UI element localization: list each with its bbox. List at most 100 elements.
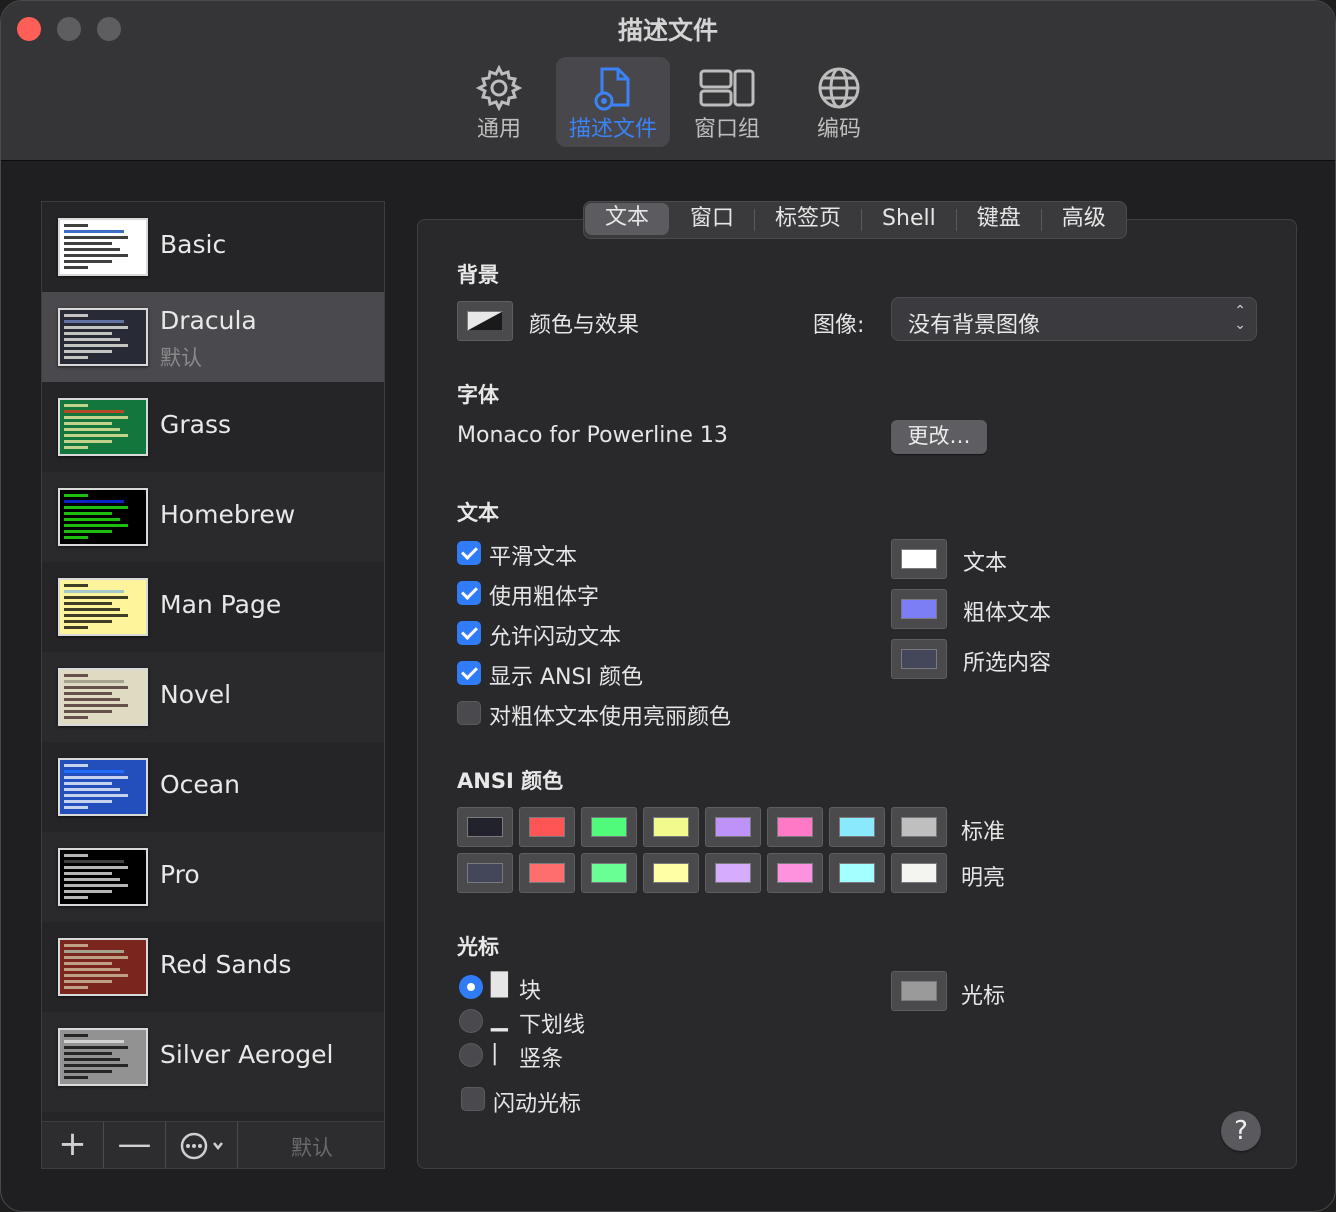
ansi-color-swatch xyxy=(901,863,937,883)
globe-icon xyxy=(818,67,860,109)
profile-thumbnail xyxy=(58,668,148,726)
ansi-bright-color-button[interactable] xyxy=(891,853,947,893)
text-option-checkbox[interactable] xyxy=(457,621,481,645)
text-option-checkbox[interactable] xyxy=(457,581,481,605)
profile-list-toolbar: + — 默认 xyxy=(41,1121,385,1169)
text-color-label: 所选内容 xyxy=(963,651,1052,676)
tab-window[interactable]: 窗口 xyxy=(670,202,754,238)
ansi-standard-color-button[interactable] xyxy=(891,807,947,847)
tab-text[interactable]: 文本 xyxy=(585,203,670,235)
cursor-color-button[interactable] xyxy=(891,971,947,1011)
remove-profile-button[interactable]: — xyxy=(104,1122,166,1168)
ansi-bright-color-button[interactable] xyxy=(519,853,575,893)
thumbnail-line xyxy=(64,962,112,965)
cursor-shape-label: 块 xyxy=(519,979,542,1004)
thumbnail-line xyxy=(64,986,88,989)
profile-item[interactable]: Silver Aerogel xyxy=(42,1012,384,1102)
ansi-bright-color-button[interactable] xyxy=(581,853,637,893)
ansi-bright-color-button[interactable] xyxy=(705,853,761,893)
thumbnail-line xyxy=(64,404,88,407)
thumbnail-line xyxy=(64,776,128,779)
ansi-bright-color-button[interactable] xyxy=(767,853,823,893)
thumbnail-line xyxy=(64,884,128,887)
cursor-shape-glyph: ▁ xyxy=(491,1007,508,1032)
background-color-button[interactable] xyxy=(457,301,513,341)
profile-item[interactable]: Basic xyxy=(42,202,384,292)
text-color-swatch xyxy=(901,549,937,569)
blink-cursor-label: 闪动光标 xyxy=(493,1092,582,1117)
change-font-button[interactable]: 更改… xyxy=(891,420,987,454)
profile-item[interactable]: Red Sands xyxy=(42,922,384,1012)
profile-name: Grass xyxy=(160,410,232,439)
ansi-bright-color-button[interactable] xyxy=(457,853,513,893)
profile-item[interactable]: Novel xyxy=(42,652,384,742)
ansi-standard-color-button[interactable] xyxy=(581,807,637,847)
cursor-shape-radio[interactable] xyxy=(459,975,483,999)
color-effects-label: 颜色与效果 xyxy=(529,313,640,338)
profile-name: Man Page xyxy=(160,590,282,619)
thumbnail-line xyxy=(64,710,112,713)
text-option-checkbox[interactable] xyxy=(457,541,481,565)
thumbnail-line xyxy=(64,440,112,443)
cursor-shape-radio[interactable] xyxy=(459,1043,483,1067)
add-profile-button[interactable]: + xyxy=(42,1122,104,1168)
tab-keyboard[interactable]: 键盘 xyxy=(957,202,1041,238)
cursor-shape-radio[interactable] xyxy=(459,1009,483,1033)
thumbnail-line xyxy=(64,410,124,413)
help-button[interactable]: ? xyxy=(1221,1111,1261,1151)
ansi-standard-color-button[interactable] xyxy=(519,807,575,847)
ansi-color-swatch xyxy=(591,817,627,837)
ansi-color-swatch xyxy=(777,817,813,837)
text-option-checkbox[interactable] xyxy=(457,661,481,685)
cursor-section-title: 光标 xyxy=(457,935,499,959)
thumbnail-line xyxy=(64,770,124,773)
ansi-standard-color-button[interactable] xyxy=(829,807,885,847)
thumbnail-line xyxy=(64,422,112,425)
cursor-shape-glyph: | xyxy=(491,1041,499,1066)
ansi-standard-color-button[interactable] xyxy=(705,807,761,847)
ansi-standard-color-button[interactable] xyxy=(457,807,513,847)
thumbnail-line xyxy=(64,314,88,317)
profile-item[interactable]: Grass xyxy=(42,382,384,472)
profile-item[interactable]: Ocean xyxy=(42,742,384,832)
tab-tabs[interactable]: 标签页 xyxy=(755,202,861,238)
text-option-checkbox[interactable] xyxy=(457,701,481,725)
thumbnail-line xyxy=(64,698,120,701)
toolbar-window-groups[interactable]: 窗口组 xyxy=(670,57,784,147)
background-swatch-icon xyxy=(467,311,503,331)
toolbar-encodings[interactable]: 编码 xyxy=(782,57,896,147)
ansi-standard-color-button[interactable] xyxy=(643,807,699,847)
toolbar-profiles[interactable]: 描述文件 xyxy=(556,57,670,147)
toolbar-encodings-label: 编码 xyxy=(816,117,861,142)
profile-item[interactable]: Pro xyxy=(42,832,384,922)
cursor-shape-label: 竖条 xyxy=(519,1047,564,1072)
tab-shell[interactable]: Shell xyxy=(862,202,956,238)
thumbnail-line xyxy=(64,608,120,611)
thumbnail-line xyxy=(64,800,112,803)
profile-item[interactable]: Man Page xyxy=(42,562,384,652)
thumbnail-line xyxy=(64,968,120,971)
ansi-standard-color-button[interactable] xyxy=(767,807,823,847)
profile-item[interactable]: Dracula 默认 xyxy=(42,292,384,382)
profile-list[interactable]: Basic Dracula 默认 Grass Homebrew Man Page Novel… xyxy=(41,201,385,1169)
profile-item[interactable]: Homebrew xyxy=(42,472,384,562)
toolbar-general[interactable]: 通用 xyxy=(442,57,556,147)
text-color-button[interactable] xyxy=(891,639,947,679)
text-color-button[interactable] xyxy=(891,589,947,629)
blink-cursor-checkbox[interactable] xyxy=(461,1087,485,1111)
ansi-bright-color-button[interactable] xyxy=(829,853,885,893)
ansi-standard-label: 标准 xyxy=(961,820,1006,845)
text-color-button[interactable] xyxy=(891,539,947,579)
profile-thumbnail xyxy=(58,848,148,906)
tab-advanced[interactable]: 高级 xyxy=(1042,202,1126,238)
title-bar: 描述文件 通用 描述文件 窗口组 编码 xyxy=(1,1,1335,161)
thumbnail-line xyxy=(64,788,120,791)
thumbnail-line xyxy=(64,224,88,227)
ansi-color-swatch xyxy=(653,863,689,883)
cursor-shape-glyph: █ xyxy=(491,973,508,998)
set-default-button[interactable]: 默认 xyxy=(262,1132,362,1162)
toolbar-window-groups-label: 窗口组 xyxy=(693,117,760,142)
background-image-select[interactable]: 没有背景图像 ⌃ ⌄ xyxy=(891,297,1257,341)
ansi-bright-color-button[interactable] xyxy=(643,853,699,893)
profile-actions-menu[interactable] xyxy=(166,1122,238,1168)
